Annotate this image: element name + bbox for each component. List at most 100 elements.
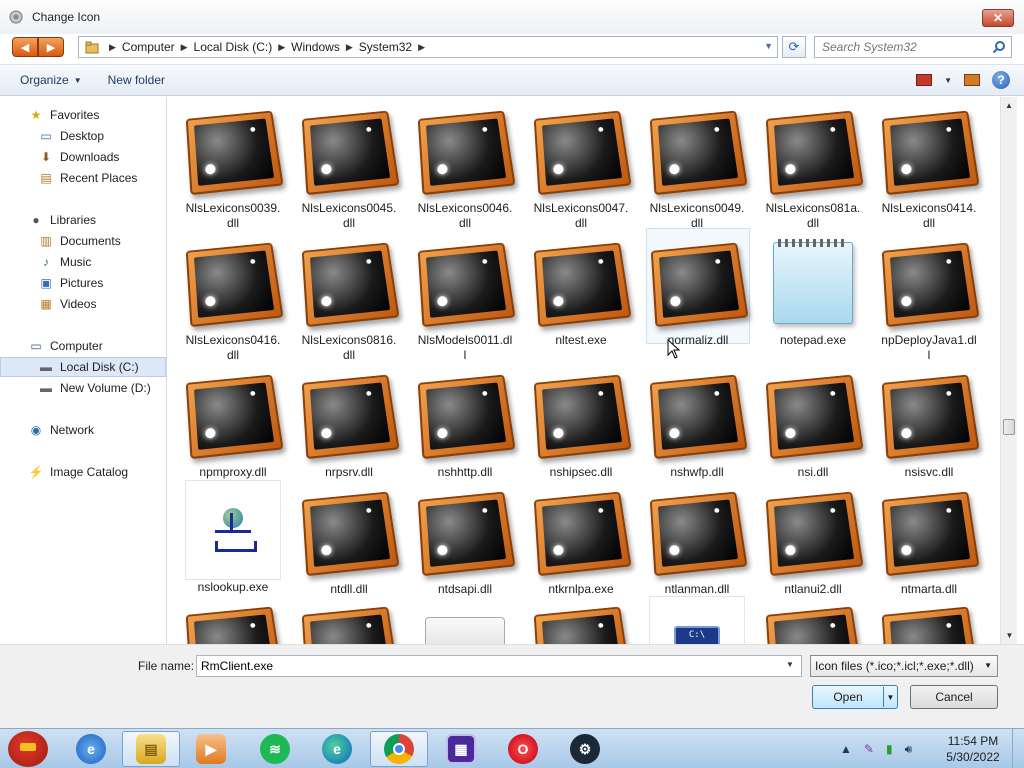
vertical-scrollbar[interactable]: ▲ ▼ (1000, 97, 1017, 644)
forward-button[interactable]: ▶ (38, 37, 64, 57)
chevron-down-icon[interactable]: ▼ (786, 660, 794, 669)
file-item-hovered[interactable]: normaliz.dll (646, 228, 750, 347)
file-item[interactable]: NlsLexicons0047.dll (533, 101, 632, 231)
battery-icon[interactable]: ▮ (886, 742, 893, 756)
file-item[interactable]: ntdll.dll (301, 482, 400, 597)
file-item[interactable]: ntdsapi.dll (417, 482, 516, 597)
file-item[interactable] (765, 597, 864, 644)
start-button[interactable] (2, 729, 54, 768)
nav-downloads[interactable]: ⬇ Downloads (0, 147, 166, 167)
address-bar[interactable]: ▶ Computer ▶ Local Disk (C:) ▶ Windows ▶… (78, 36, 778, 58)
change-view-icon[interactable] (916, 74, 933, 86)
breadcrumb-computer[interactable]: Computer (122, 40, 175, 54)
cancel-button[interactable]: Cancel (910, 685, 998, 709)
pen-icon[interactable]: ✎ (864, 742, 874, 756)
breadcrumb-windows[interactable]: Windows (291, 40, 340, 54)
new-folder-button[interactable]: New folder (102, 69, 171, 91)
search-icon[interactable] (992, 40, 1006, 54)
file-item[interactable]: nshhttp.dll (417, 365, 516, 480)
refresh-button[interactable]: ⟳ (782, 36, 806, 58)
file-item[interactable]: nslookup.exe (185, 480, 281, 595)
file-item[interactable]: NlsLexicons0039.dll (185, 101, 284, 231)
file-name-input[interactable] (196, 655, 802, 677)
file-item[interactable]: ntlanui2.dll (765, 482, 864, 597)
chevron-right-icon[interactable]: ▶ (278, 42, 285, 53)
breadcrumb-local-disk[interactable]: Local Disk (C:) (194, 40, 273, 54)
nav-local-disk[interactable]: ▬ Local Disk (C:) (0, 357, 166, 377)
file-item[interactable]: ntlanman.dll (649, 482, 748, 597)
back-button[interactable]: ◀ (12, 37, 38, 57)
taskbar-edge[interactable]: e (308, 731, 366, 767)
preview-pane-icon[interactable] (964, 74, 980, 86)
nav-new-volume[interactable]: ▬ New Volume (D:) (0, 378, 166, 398)
taskbar-chrome[interactable] (370, 731, 428, 767)
nav-pictures[interactable]: ▣ Pictures (0, 273, 166, 293)
file-item[interactable]: NlsLexicons0414.dll (881, 101, 980, 231)
taskbar-internet-explorer[interactable]: e (62, 731, 120, 767)
address-dropdown-icon[interactable]: ▼ (764, 41, 773, 51)
taskbar-spotify[interactable]: ≋ (246, 731, 304, 767)
nav-computer[interactable]: ▭ Computer (0, 336, 166, 356)
file-item[interactable]: ntmarta.dll (881, 482, 980, 597)
file-item[interactable]: notepad.exe (765, 233, 861, 348)
volume-icon[interactable]: 🔊︎ (905, 742, 913, 757)
nav-documents[interactable]: ▥ Documents (0, 231, 166, 251)
file-item[interactable]: nshwfp.dll (649, 365, 748, 480)
taskbar-media-player[interactable]: ▶ (182, 731, 240, 767)
file-item[interactable]: NlsLexicons0816.dll (301, 233, 400, 363)
file-item[interactable]: npmproxy.dll (185, 365, 284, 480)
clock[interactable]: 11:54 PM 5/30/2022 (938, 733, 1008, 765)
file-item[interactable]: nsi.dll (765, 365, 864, 480)
file-item[interactable]: npDeployJava1.dll (881, 233, 980, 363)
close-button[interactable]: ✕ (982, 9, 1014, 27)
open-button[interactable]: Open ▼ (812, 685, 898, 709)
file-item[interactable]: NlsLexicons0046.dll (417, 101, 516, 231)
search-input[interactable] (822, 40, 992, 54)
scroll-up-icon[interactable]: ▲ (1001, 97, 1017, 114)
taskbar-explorer[interactable]: ▤ (122, 731, 180, 767)
chevron-up-icon[interactable]: ▲ (840, 742, 852, 756)
file-item[interactable] (881, 597, 980, 644)
chevron-right-icon[interactable]: ▶ (109, 42, 116, 53)
nav-recent-places[interactable]: ▤ Recent Places (0, 168, 166, 188)
chevron-down-icon[interactable]: ▼ (883, 687, 897, 707)
breadcrumb-system32[interactable]: System32 (359, 40, 412, 54)
scroll-down-icon[interactable]: ▼ (1001, 627, 1018, 644)
search-box[interactable] (814, 36, 1012, 58)
show-desktop-button[interactable] (1012, 729, 1024, 768)
chevron-right-icon[interactable]: ▶ (418, 42, 425, 53)
file-type-select[interactable]: Icon files (*.ico;*.icl;*.exe;*.dll) ▼ (810, 655, 998, 677)
help-icon[interactable]: ? (992, 71, 1010, 89)
file-item[interactable] (533, 597, 632, 644)
file-item[interactable] (185, 597, 284, 644)
file-label: ntdsapi.dll (437, 582, 493, 596)
file-item[interactable]: NlsLexicons0045.dll (301, 101, 400, 231)
file-item[interactable]: nsisvc.dll (881, 365, 980, 480)
taskbar-opera[interactable]: O (494, 731, 552, 767)
taskbar-cpu-app[interactable]: ▦ (432, 731, 490, 767)
nav-music[interactable]: ♪ Music (0, 252, 166, 272)
chevron-right-icon[interactable]: ▶ (181, 42, 188, 53)
organize-button[interactable]: Organize ▼ (14, 69, 88, 91)
taskbar-steam[interactable]: ⚙ (556, 731, 614, 767)
file-item[interactable]: NlsLexicons081a.dll (765, 101, 864, 231)
file-item[interactable]: ntkrnlpa.exe (533, 482, 632, 597)
chevron-right-icon[interactable]: ▶ (346, 42, 353, 53)
scroll-thumb[interactable] (1003, 419, 1015, 435)
file-item[interactable]: nshipsec.dll (533, 365, 632, 480)
chevron-down-icon[interactable]: ▼ (944, 76, 952, 85)
nav-favorites[interactable]: ★ Favorites (0, 105, 166, 125)
nav-libraries[interactable]: ● Libraries (0, 210, 166, 230)
nav-desktop[interactable]: ▭ Desktop (0, 126, 166, 146)
file-item[interactable]: NlsLexicons0049.dll (649, 101, 748, 231)
file-item[interactable] (417, 597, 513, 644)
file-item[interactable]: NlsLexicons0416.dll (185, 233, 284, 363)
nav-image-catalog[interactable]: ⚡ Image Catalog (0, 462, 166, 482)
file-item[interactable]: nltest.exe (533, 233, 632, 348)
file-item[interactable] (301, 597, 400, 644)
nav-network[interactable]: ◉ Network (0, 420, 166, 440)
file-item[interactable]: NlsModels0011.dll (417, 233, 516, 363)
file-item[interactable]: nrpsrv.dll (301, 365, 400, 480)
nav-videos[interactable]: ▦ Videos (0, 294, 166, 314)
file-item[interactable]: C:\ (649, 596, 745, 644)
